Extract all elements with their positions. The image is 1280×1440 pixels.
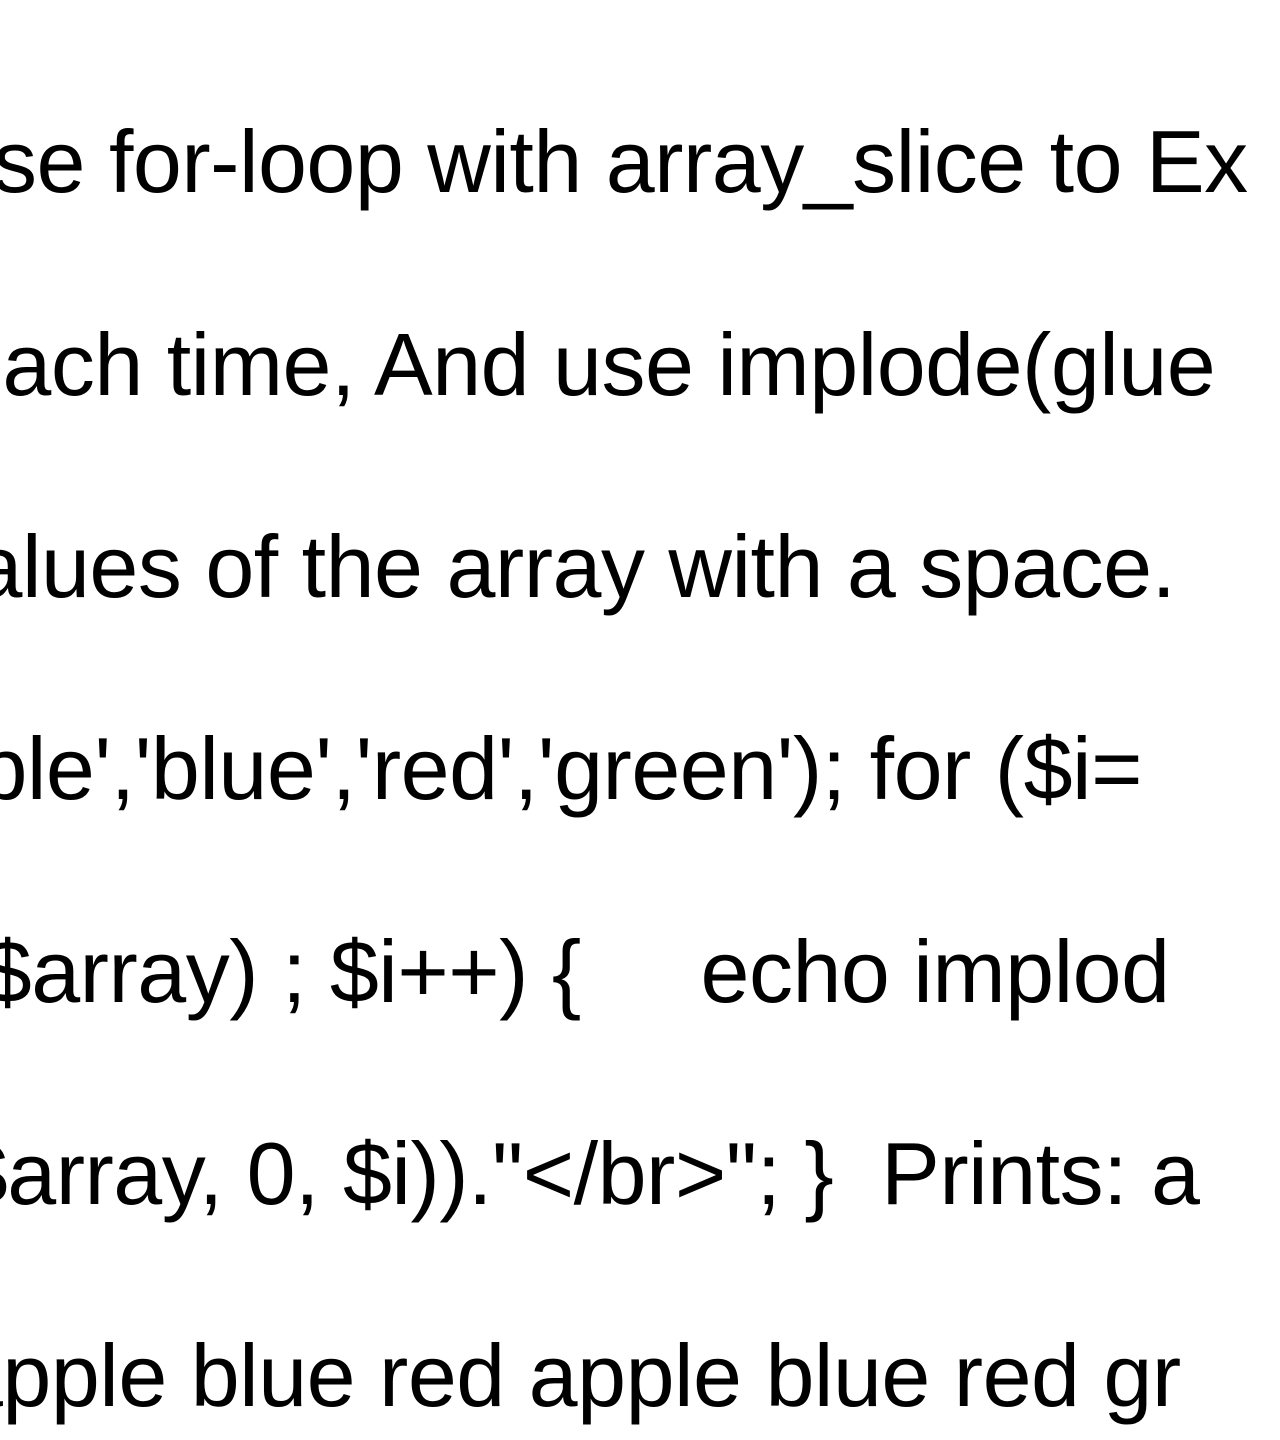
text-line-7: apple blue red apple blue red gr	[0, 1325, 1280, 1426]
text-line-3: values of the array with a space.	[0, 516, 1280, 617]
text-line-1: Use for-loop with array_slice to Ex	[0, 111, 1280, 212]
text-line-5: t($array) ; $i++) { echo implod	[0, 921, 1280, 1022]
text-line-6: ($array, 0, $i))."</br>"; } Prints: a	[0, 1123, 1280, 1224]
document-text-block: Use for-loop with array_slice to Ex each…	[0, 10, 1280, 1440]
text-line-4: pple','blue','red','green'); for ($i=	[0, 718, 1280, 819]
text-line-2: each time, And use implode(glue	[0, 314, 1280, 415]
